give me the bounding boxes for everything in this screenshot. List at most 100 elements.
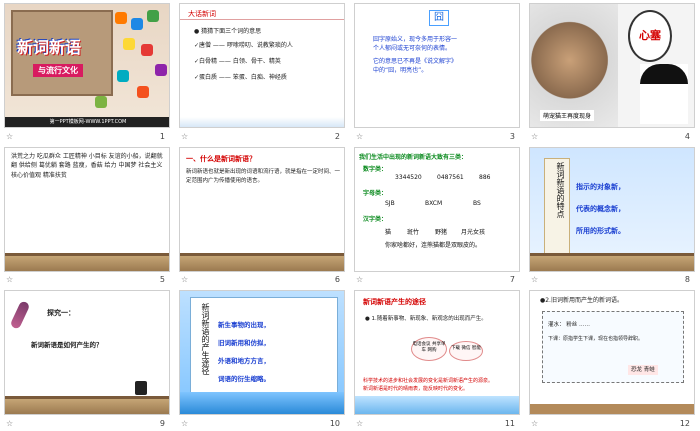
intro-line: 我们生活中出现的新词新语大致有三类： xyxy=(359,153,468,161)
puzzle-piece xyxy=(155,64,167,76)
speech-bubble: 心塞 xyxy=(628,10,672,62)
category-value: 斑竹 xyxy=(407,228,420,236)
slide-cell-9[interactable]: 探究一： 新词新语是如何产生的？ ☆ 9 xyxy=(0,287,175,431)
slide-thumbnail-8[interactable]: 新词新语的特点 指示的对象新， 代表的概念新， 所用的形式新。 xyxy=(529,146,695,272)
category-value: 你家啥都好，连熊猫都是双眼皮的。 xyxy=(385,241,482,249)
content-panel xyxy=(190,297,338,400)
explore-label: 探究一： xyxy=(47,309,75,318)
slide-thumbnail-2[interactable]: 大话新词 ● 猜猜下面三个词的意思 ✓唐僧 —— 啰嗦唠叨、说教繁琐的人 ✓白骨… xyxy=(179,3,345,128)
slide-number: 4 xyxy=(684,131,690,141)
puzzle-piece xyxy=(123,38,135,50)
quill-icon xyxy=(9,300,31,331)
transition-star-icon[interactable]: ☆ xyxy=(6,275,13,284)
slide-cell-1[interactable]: 新词新语 与流行文化 第一PPT模板网-WWW.1PPT.COM ☆ 1 xyxy=(0,0,175,144)
slide-number: 9 xyxy=(159,418,165,428)
transition-star-icon[interactable]: ☆ xyxy=(181,132,188,141)
transition-star-icon[interactable]: ☆ xyxy=(531,275,538,284)
slide-thumbnail-5[interactable]: 洪荒之力 吃瓜群众 工匠精神 小目标 友谊的小船，说翻就翻 供给侧 葛优躺 套路… xyxy=(4,146,170,272)
point-text: ● 1.随着新事物、新现象、新观念的出现而产生。 xyxy=(365,316,487,323)
category-value: BXCM xyxy=(425,199,443,207)
slide-meta: ☆ 5 xyxy=(6,275,165,285)
transition-star-icon[interactable]: ☆ xyxy=(356,132,363,141)
transition-star-icon[interactable]: ☆ xyxy=(181,275,188,284)
puzzle-piece xyxy=(137,86,149,98)
slide-cell-2[interactable]: 大话新词 ● 猜猜下面三个词的意思 ✓唐僧 —— 啰嗦唠叨、说教繁琐的人 ✓白骨… xyxy=(175,0,350,144)
puzzle-piece xyxy=(95,96,107,108)
category-label: 数字类： xyxy=(363,165,388,173)
slide-thumbnail-4[interactable]: 萌宠猫王再度现身 心塞 xyxy=(529,3,695,128)
scroll-text: 新词新语的特点 xyxy=(556,161,565,218)
slide-meta: ☆ 4 xyxy=(531,132,690,142)
slide-thumbnail-12[interactable]: ●2.旧词新用而产生的新词语。 灌水： 粉丝 …… 下课：原指学生下课，现在也指… xyxy=(529,290,695,416)
example-oval: 下载 微信 智能 xyxy=(449,341,483,362)
transition-star-icon[interactable]: ☆ xyxy=(356,419,363,428)
buzzword-list: 洪荒之力 吃瓜群众 工匠精神 小目标 友谊的小船，说翻就翻 供给侧 葛优躺 套路… xyxy=(11,152,163,179)
slide-thumbnail-9[interactable]: 探究一： 新词新语是如何产生的？ xyxy=(4,290,170,416)
slide-subtitle: 与流行文化 xyxy=(33,64,83,77)
wood-shelf xyxy=(5,396,169,415)
slide-thumbnail-3[interactable]: 囧 囧字原始义，现今多用于形容一 个人郁闷或无可奈何的表情。 它的意思已不再是《… xyxy=(354,3,520,128)
puzzle-piece xyxy=(141,44,153,56)
photo-caption: 萌宠猫王再度现身 xyxy=(540,110,595,121)
slide-title: 新词新语 xyxy=(17,38,82,57)
slide-cell-11[interactable]: 新词新语产生的途径 ● 1.随着新事物、新现象、新观念的出现而产生。 电话会议 … xyxy=(350,287,525,431)
slide-thumbnail-11[interactable]: 新词新语产生的途径 ● 1.随着新事物、新现象、新观念的出现而产生。 电话会议 … xyxy=(354,290,520,416)
origin-item: 词语的衍生缩略。 xyxy=(218,375,270,384)
transition-star-icon[interactable]: ☆ xyxy=(356,275,363,284)
wood-shelf xyxy=(180,252,344,271)
slide-number: 7 xyxy=(509,275,515,285)
slide-cell-6[interactable]: 一、什么是新词新语？ 新词新语也就是新出现的词语和流行语，就是指在一定时间、一定… xyxy=(175,144,350,288)
slide-cell-3[interactable]: 囧 囧字原始义，现今多用于形容一 个人郁闷或无可奈何的表情。 它的意思已不再是《… xyxy=(350,0,525,144)
category-value: 野猪 xyxy=(435,228,448,236)
example-line: 灌水： 粉丝 …… xyxy=(548,322,590,329)
transition-star-icon[interactable]: ☆ xyxy=(181,419,188,428)
slide-number: 3 xyxy=(509,131,515,141)
slide-meta: ☆ 2 xyxy=(181,132,340,142)
slide-meta: ☆ 1 xyxy=(6,132,165,142)
list-item: ✓唐僧 —— 啰嗦唠叨、说教繁琐的人 xyxy=(194,42,293,49)
slide-cell-12[interactable]: ●2.旧词新用而产生的新词语。 灌水： 粉丝 …… 下课：原指学生下课，现在也指… xyxy=(525,287,700,431)
slide-thumbnail-1[interactable]: 新词新语 与流行文化 第一PPT模板网-WWW.1PPT.COM xyxy=(4,3,170,128)
slide-heading: ●2.旧词新用而产生的新词语。 xyxy=(540,297,623,305)
category-label: 汉字类： xyxy=(363,215,388,223)
slide-cell-7[interactable]: 我们生活中出现的新词新语大致有三类： 数字类： 3344520 0487561 … xyxy=(350,144,525,288)
origin-item: 新生事物的出现， xyxy=(218,321,270,330)
slide-number: 1 xyxy=(159,131,165,141)
definition-text: 新词新语也就是新出现的词语和流行语，就是指在一定时间、一定范围内广为传播使用的语… xyxy=(186,168,341,184)
list-item: ✓蛋白质 —— 笨蛋、白痴、神经质 xyxy=(194,74,287,81)
transition-star-icon[interactable]: ☆ xyxy=(6,419,13,428)
category-label: 字母类： xyxy=(363,189,388,197)
slide-number: 12 xyxy=(679,418,690,428)
example-tag: 恐龙 青蛙 xyxy=(628,365,658,376)
slide-cell-8[interactable]: 新词新语的特点 指示的对象新， 代表的概念新， 所用的形式新。 ☆ 8 xyxy=(525,144,700,288)
slide-meta: ☆ 9 xyxy=(6,419,165,429)
feature-item: 所用的形式新。 xyxy=(576,226,625,235)
text-line: 中的“囧，明亮也”。 xyxy=(373,67,428,74)
slide-number: 5 xyxy=(159,275,165,285)
slide-number: 6 xyxy=(334,275,340,285)
transition-star-icon[interactable]: ☆ xyxy=(531,419,538,428)
footer-line: 新词新语是时代的晴雨表，能反映时代的变化。 xyxy=(363,386,469,393)
list-item: ✓白骨精 —— 白领、骨干、精英 xyxy=(194,58,281,65)
slide-footer: 第一PPT模板网-WWW.1PPT.COM xyxy=(5,117,169,127)
slide-number: 10 xyxy=(329,418,340,428)
transition-star-icon[interactable]: ☆ xyxy=(6,132,13,141)
slide-cell-4[interactable]: 萌宠猫王再度现身 心塞 ☆ 4 xyxy=(525,0,700,144)
slide-cell-10[interactable]: 新词新语的产生途径 新生事物的出现， 旧词新用和仿拟， 外语和地方方言， 词语的… xyxy=(175,287,350,431)
wood-shelf xyxy=(530,252,694,271)
ink-bottle-icon xyxy=(135,381,147,396)
slide-thumbnail-6[interactable]: 一、什么是新词新语？ 新词新语也就是新出现的词语和流行语，就是指在一定时间、一定… xyxy=(179,146,345,272)
category-value: 3344520 xyxy=(395,173,422,181)
slide-number: 8 xyxy=(684,275,690,285)
slide-number: 11 xyxy=(504,418,515,428)
example-line: 下课：原指学生下课，现在也指领导辞职。 xyxy=(548,336,644,343)
slide-thumbnail-7[interactable]: 我们生活中出现的新词新语大致有三类： 数字类： 3344520 0487561 … xyxy=(354,146,520,272)
category-value: BS xyxy=(473,199,481,207)
slide-meta: ☆ 8 xyxy=(531,275,690,285)
slide-title: 新词新语产生的途径 xyxy=(363,298,426,307)
slide-thumbnail-10[interactable]: 新词新语的产生途径 新生事物的出现， 旧词新用和仿拟， 外语和地方方言， 词语的… xyxy=(179,290,345,416)
category-value: SJB xyxy=(385,199,395,207)
explore-question: 新词新语是如何产生的？ xyxy=(31,341,103,350)
slide-cell-5[interactable]: 洪荒之力 吃瓜群众 工匠精神 小目标 友谊的小船，说翻就翻 供给侧 葛优躺 套路… xyxy=(0,144,175,288)
transition-star-icon[interactable]: ☆ xyxy=(531,132,538,141)
